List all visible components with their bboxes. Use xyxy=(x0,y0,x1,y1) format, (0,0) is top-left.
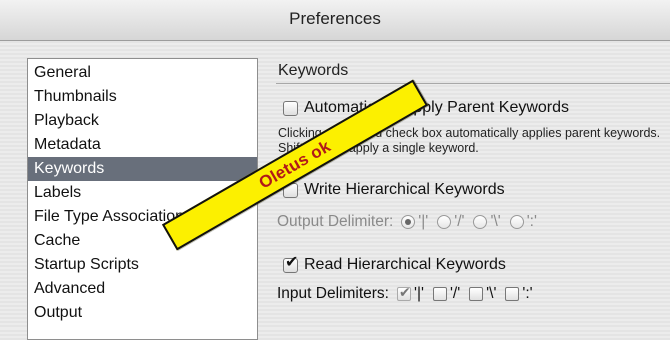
input-delimiter-checkbox[interactable] xyxy=(505,287,520,301)
read-hierarchical-keywords-checkbox[interactable]: ✔ Read Hierarchical Keywords xyxy=(283,254,506,276)
input-delimiter-checkbox[interactable] xyxy=(432,287,447,301)
input-delimiter-checkbox[interactable]: ✔ xyxy=(396,284,411,301)
sidebar-item-general[interactable]: General xyxy=(28,61,257,85)
output-delimiter-option: '/' xyxy=(454,213,465,230)
sidebar-item-output[interactable]: Output xyxy=(28,301,257,325)
output-delimiter-row: Output Delimiter: '|' '/' '\' ':' xyxy=(277,211,546,233)
sidebar-item-advanced[interactable]: Advanced xyxy=(28,277,257,301)
input-delimiter-option: '\' xyxy=(486,285,497,302)
section-title: Keywords xyxy=(278,62,349,79)
input-delimiter-option: ':' xyxy=(522,285,533,302)
read-hier-label: Read Hierarchical Keywords xyxy=(304,256,506,273)
radio-icon[interactable] xyxy=(437,215,452,229)
radio-icon[interactable] xyxy=(401,215,416,229)
checkbox-box[interactable]: ✔ xyxy=(283,254,298,273)
auto-apply-parent-keywords-checkbox[interactable]: Automatically Apply Parent Keywords xyxy=(283,97,569,119)
section-divider xyxy=(276,83,670,84)
input-delimiters-row: Input Delimiters: ✔ '|' '/' '\' ':' xyxy=(277,283,542,305)
output-delimiter-option: '\' xyxy=(490,213,501,230)
sidebar-item-cache[interactable]: Cache xyxy=(28,229,257,253)
check-icon: ✔ xyxy=(285,253,299,271)
title-bar: Preferences xyxy=(0,0,670,41)
write-hier-label: Write Hierarchical Keywords xyxy=(304,181,505,198)
write-hierarchical-keywords-checkbox[interactable]: Write Hierarchical Keywords xyxy=(283,179,505,201)
output-delimiter-label: Output Delimiter: xyxy=(277,213,394,230)
sidebar-item-metadata[interactable]: Metadata xyxy=(28,133,257,157)
sidebar-item-thumbnails[interactable]: Thumbnails xyxy=(28,85,257,109)
window-title: Preferences xyxy=(289,9,381,28)
input-delimiters-label: Input Delimiters: xyxy=(277,285,389,302)
input-delimiter-checkbox[interactable] xyxy=(469,287,484,301)
output-delimiter-option: ':' xyxy=(526,213,537,230)
input-delimiter-option: '/' xyxy=(449,285,461,302)
auto-apply-label: Automatically Apply Parent Keywords xyxy=(304,99,570,116)
input-delimiter-option: '|' xyxy=(413,285,424,302)
radio-selected-dot xyxy=(405,219,412,225)
sidebar-item-keywords[interactable]: Keywords xyxy=(28,157,257,181)
check-icon: ✔ xyxy=(398,284,411,300)
checkbox-box[interactable] xyxy=(283,100,298,116)
sidebar-item-playback[interactable]: Playback xyxy=(28,109,257,133)
output-delimiter-option: '|' xyxy=(418,213,429,230)
radio-icon[interactable] xyxy=(509,215,524,229)
radio-icon[interactable] xyxy=(473,215,488,229)
sidebar-item-startup-scripts[interactable]: Startup Scripts xyxy=(28,253,257,277)
